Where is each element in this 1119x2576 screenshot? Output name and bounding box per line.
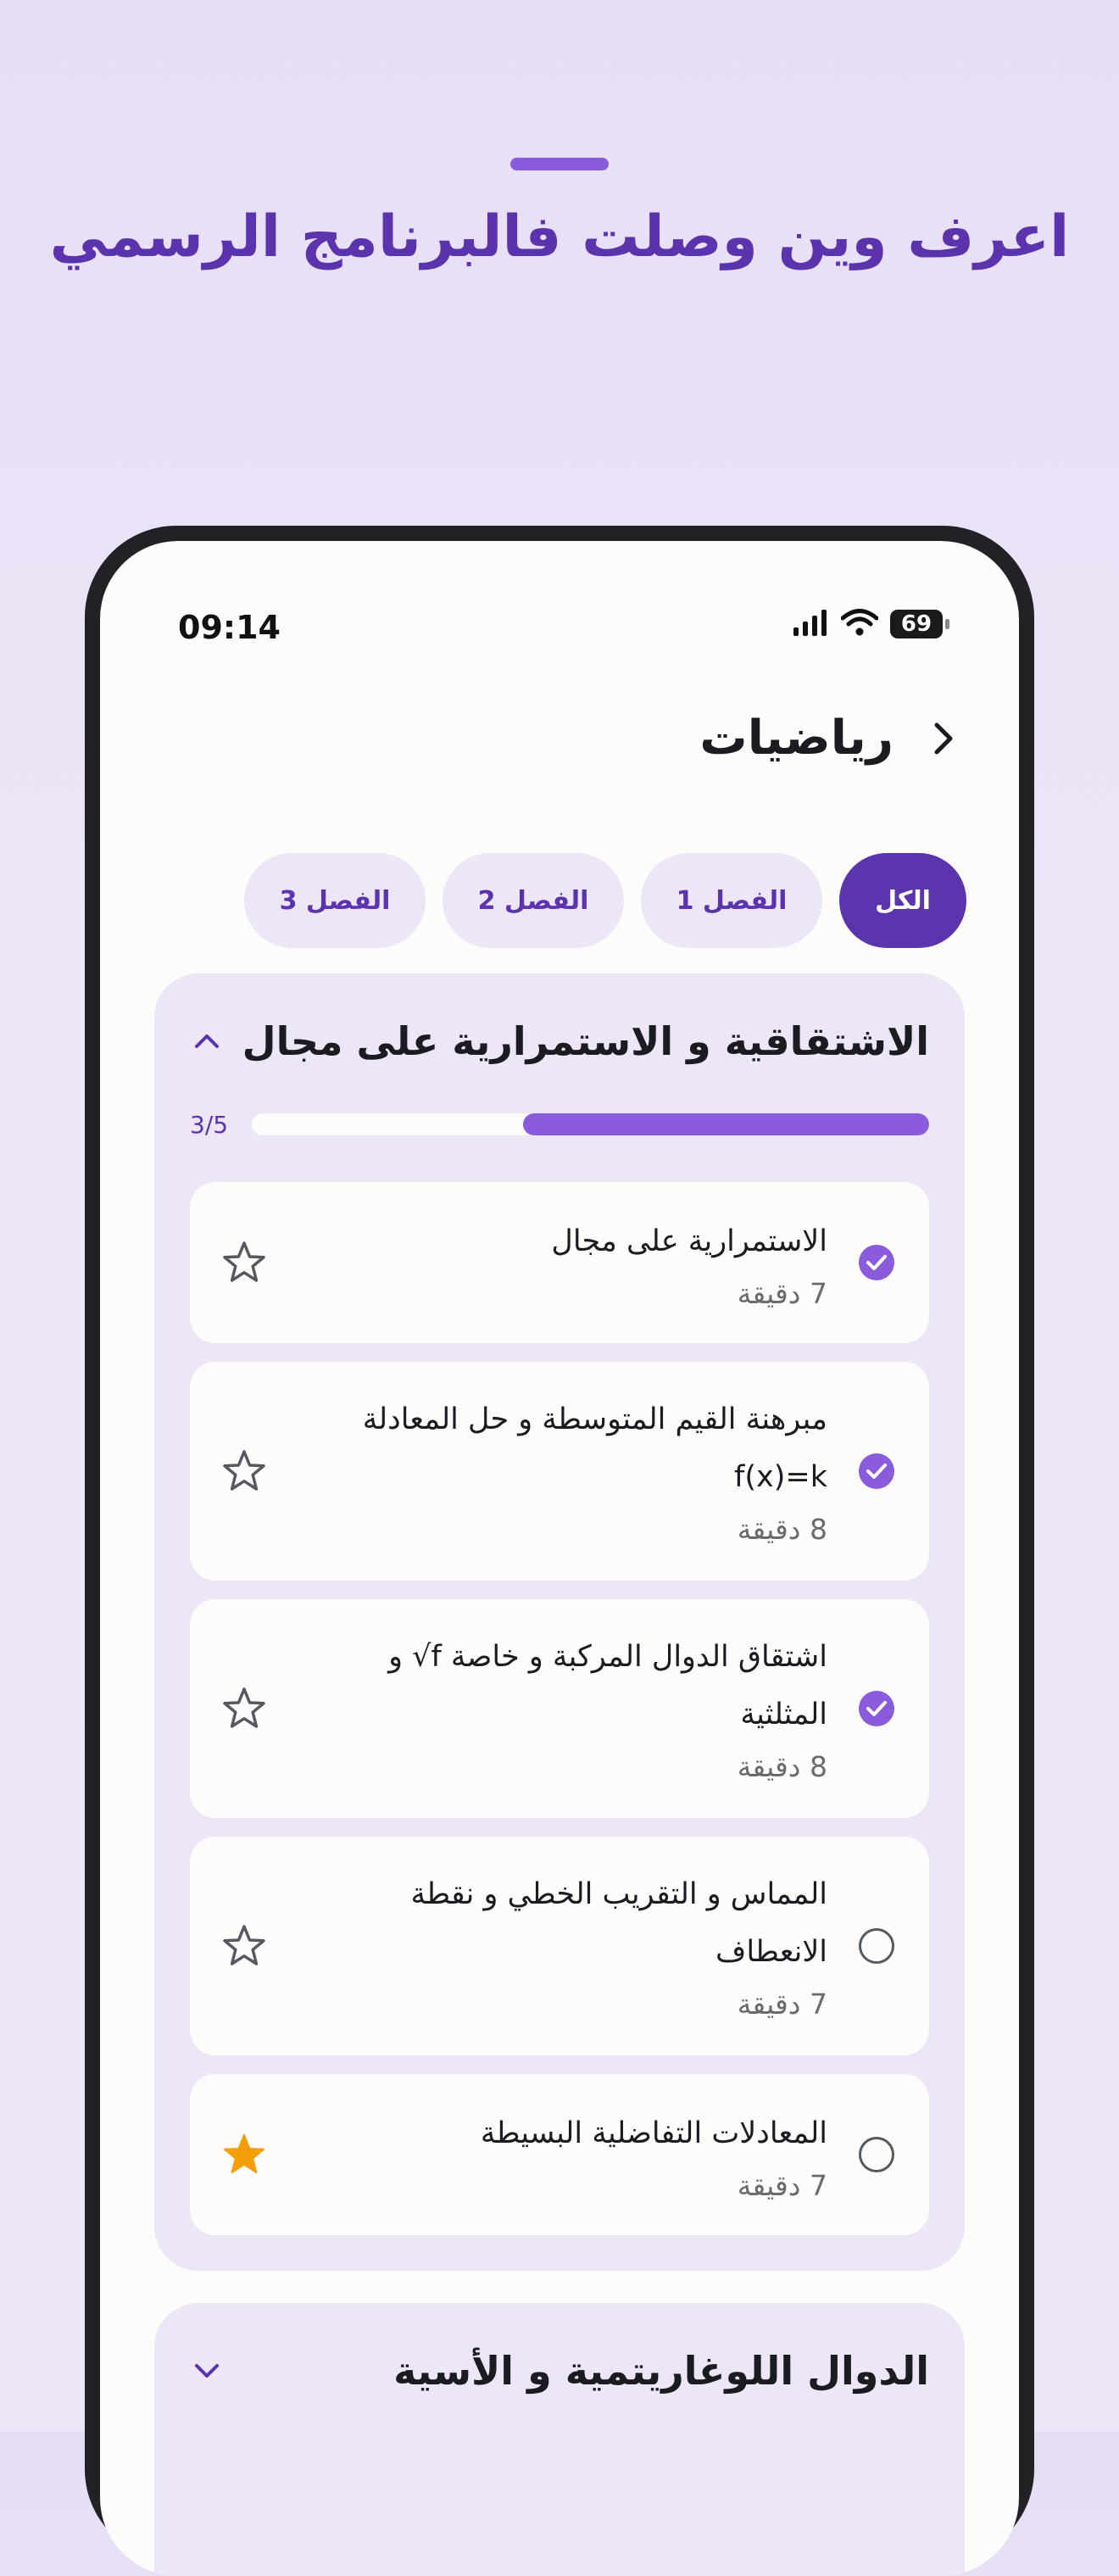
star-outline-icon[interactable] (220, 1685, 268, 1732)
lesson-duration: 8 دقيقة (737, 1513, 827, 1546)
completed-check-icon (858, 1452, 895, 1490)
star-outline-icon[interactable] (220, 1447, 268, 1495)
lesson-title: المماس و التقريب الخطي و نقطة الانعطاف (410, 1877, 827, 1969)
chevron-up-icon[interactable] (190, 1024, 224, 1058)
section-header[interactable]: الاشتقاقية و الاستمرارية على مجال (190, 1014, 929, 1068)
section-progress: 3/5 (190, 1107, 929, 1141)
lesson-text: الاستمرارية على مجال 7 دقيقة (302, 1213, 827, 1318)
back-chevron-icon[interactable] (926, 722, 960, 756)
section-header[interactable]: الدوال اللوغاريتمية و الأسية (190, 2344, 929, 2398)
lesson-card[interactable]: اشتقاق الدوال المركبة و خاصة f√ و المثلث… (190, 1599, 929, 1818)
incomplete-circle-icon (858, 2136, 895, 2173)
lesson-duration: 7 دقيقة (737, 1988, 827, 2021)
page-header: رياضيات (699, 711, 960, 766)
lesson-title: المعادلات التفاضلية البسيطة (480, 2116, 827, 2150)
chapter-tabs: الكل الفصل 1 الفصل 2 الفصل 3 (244, 853, 966, 948)
promo-headline: اعرف وين وصلت فالبرنامج الرسمي (49, 204, 1070, 270)
incomplete-circle-icon (858, 1927, 895, 1965)
completed-check-icon (858, 1244, 895, 1281)
star-outline-icon[interactable] (220, 1922, 268, 1970)
lesson-card[interactable]: المعادلات التفاضلية البسيطة 7 دقيقة (190, 2074, 929, 2235)
chevron-down-icon[interactable] (190, 2354, 224, 2388)
page-title: رياضيات (699, 711, 894, 766)
lesson-title: اشتقاق الدوال المركبة و خاصة f√ و المثلث… (388, 1640, 827, 1731)
tab-chapter-3[interactable]: الفصل 3 (244, 853, 426, 948)
lesson-duration: 8 دقيقة (737, 1750, 827, 1783)
lesson-text: اشتقاق الدوال المركبة و خاصة f√ و المثلث… (302, 1628, 827, 1791)
wifi-icon (840, 609, 879, 639)
lesson-card[interactable]: الاستمرارية على مجال 7 دقيقة (190, 1182, 929, 1343)
lesson-title: مبرهنة القيم المتوسطة و حل المعادلة f(x)… (362, 1402, 827, 1494)
unit-section: الاشتقاقية و الاستمرارية على مجال 3/5 ال… (154, 973, 965, 2271)
tab-all[interactable]: الكل (839, 853, 966, 948)
battery-indicator: 69 (890, 610, 949, 638)
unit-section-collapsed[interactable]: الدوال اللوغاريتمية و الأسية (154, 2303, 965, 2576)
lesson-card[interactable]: المماس و التقريب الخطي و نقطة الانعطاف 7… (190, 1837, 929, 2055)
progress-count: 3/5 (190, 1110, 229, 1139)
lesson-card[interactable]: مبرهنة القيم المتوسطة و حل المعادلة f(x)… (190, 1362, 929, 1581)
progress-track (252, 1113, 929, 1135)
phone-frame: 09:14 69 رياضيات الكل الفصل 1 الفصل 2 ال… (85, 526, 1034, 2576)
progress-fill (522, 1113, 929, 1135)
decorative-accent-bar (510, 158, 609, 170)
status-time: 09:14 (178, 609, 281, 646)
star-outline-icon[interactable] (220, 1239, 268, 1286)
lesson-text: مبرهنة القيم المتوسطة و حل المعادلة f(x)… (302, 1391, 827, 1553)
lesson-title: الاستمرارية على مجال (551, 1224, 827, 1258)
lesson-text: المعادلات التفاضلية البسيطة 7 دقيقة (302, 2105, 827, 2210)
status-icons: 69 (792, 609, 949, 639)
tab-chapter-1[interactable]: الفصل 1 (641, 853, 822, 948)
signal-icon (792, 609, 829, 639)
completed-check-icon (858, 1690, 895, 1727)
section-title: الاشتقاقية و الاستمرارية على مجال (242, 1018, 929, 1064)
section-title: الدوال اللوغاريتمية و الأسية (393, 2348, 929, 2394)
lesson-duration: 7 دقيقة (737, 1277, 827, 1310)
lesson-duration: 7 دقيقة (737, 2169, 827, 2202)
star-filled-icon[interactable] (220, 2131, 268, 2178)
lesson-text: المماس و التقريب الخطي و نقطة الانعطاف 7… (302, 1865, 827, 2028)
tab-chapter-2[interactable]: الفصل 2 (443, 853, 624, 948)
phone-screen: 09:14 69 رياضيات الكل الفصل 1 الفصل 2 ال… (100, 541, 1019, 2576)
